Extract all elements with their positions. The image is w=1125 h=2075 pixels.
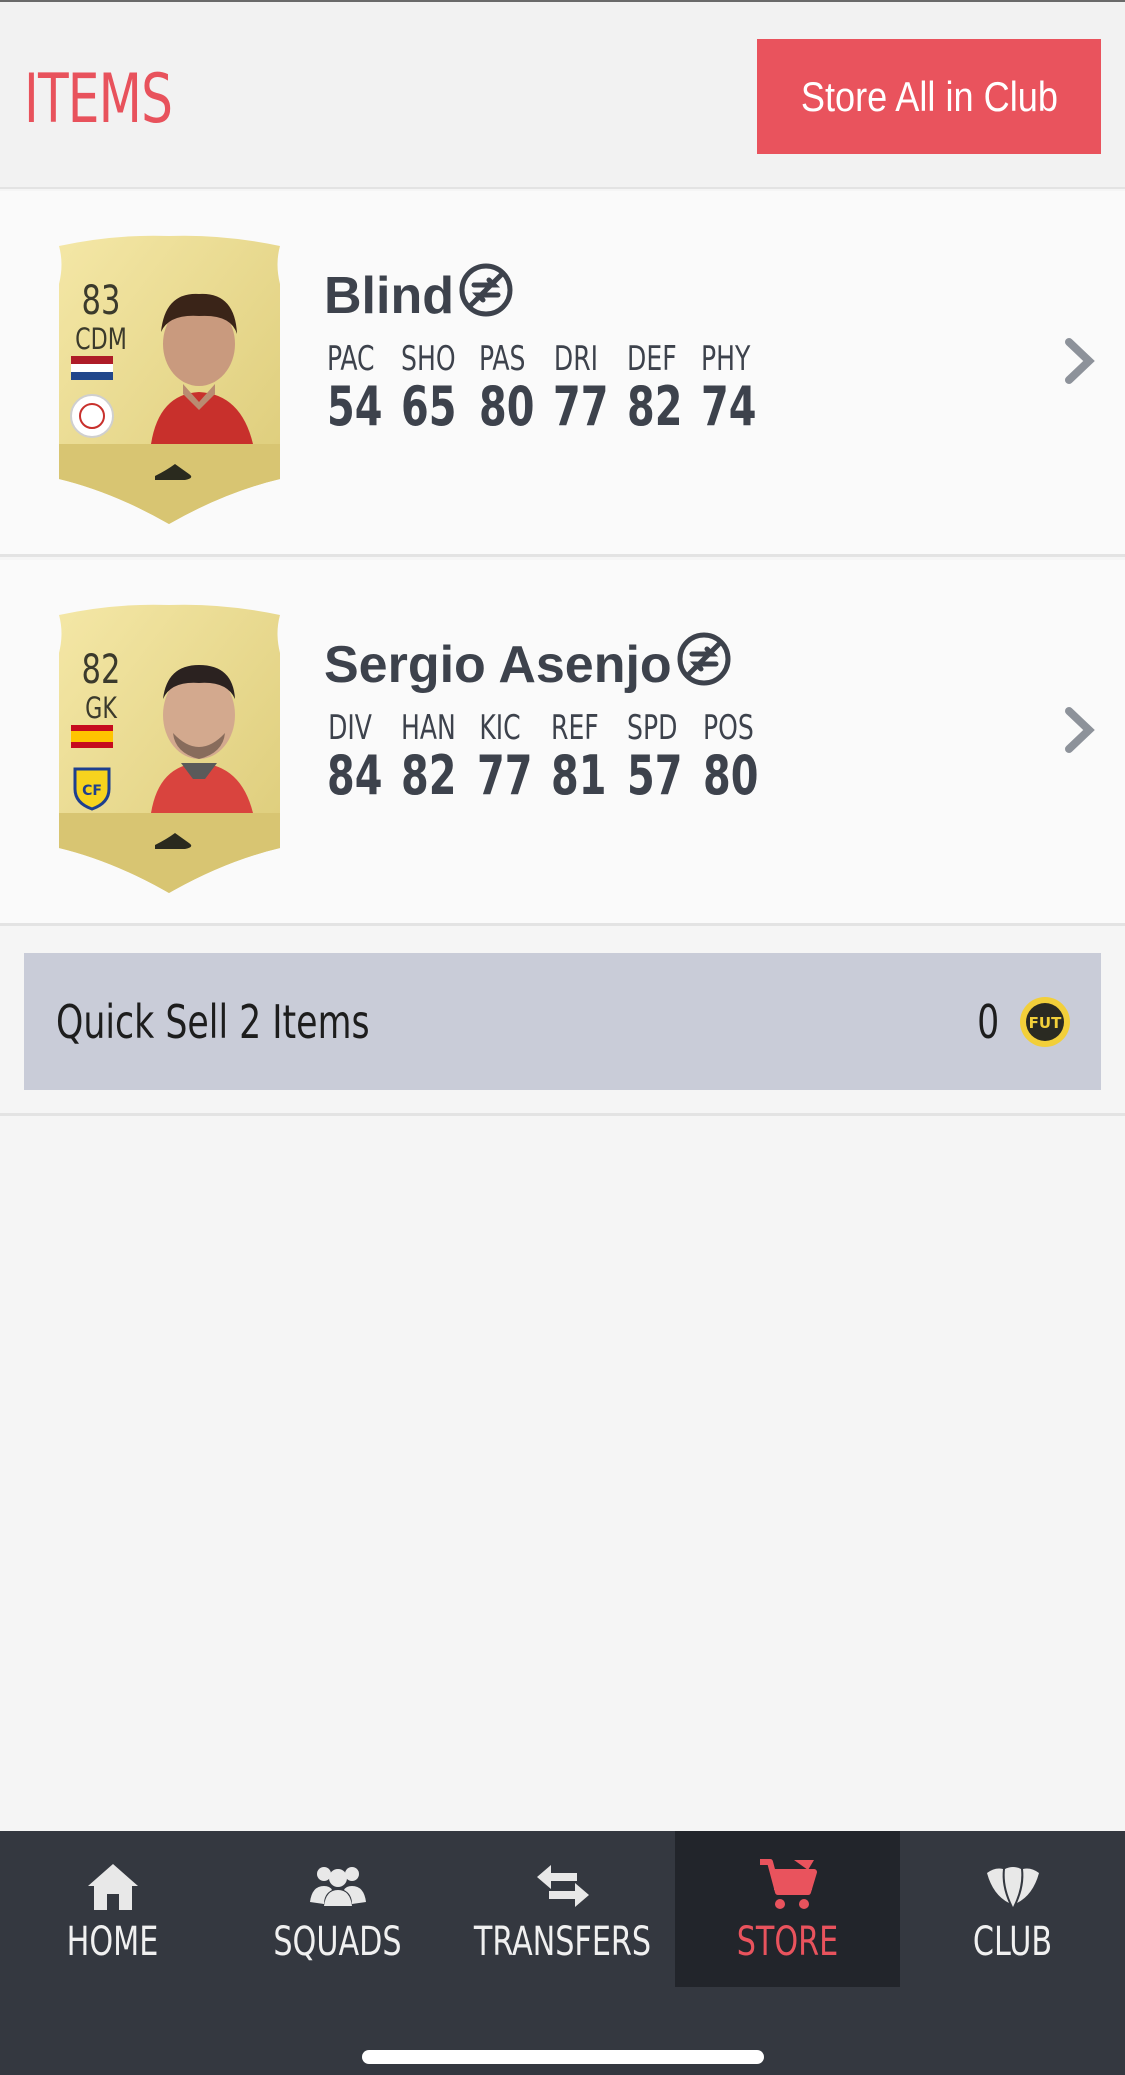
quick-sell-button[interactable]: Quick Sell 2 Items 0 FUT xyxy=(24,953,1101,1090)
stat-pac: PAC 54 xyxy=(327,339,383,438)
player-item-row[interactable]: CF 82 GK Sergio Asenjo DIV 84 HAN 82 KIC 77… xyxy=(0,560,1125,926)
player-card: CF 82 GK xyxy=(55,603,284,893)
cart-icon xyxy=(675,1855,900,1917)
nav-label: CLUB xyxy=(972,1919,1053,1965)
stat-spd: SPD 57 xyxy=(627,708,683,807)
svg-text:FUT: FUT xyxy=(1029,1014,1062,1032)
player-name: Sergio Asenjo xyxy=(324,632,732,700)
nav-transfers[interactable]: TRANSFERS xyxy=(450,1831,675,1987)
home-indicator[interactable] xyxy=(362,2050,764,2064)
flag-netherlands xyxy=(71,356,113,364)
fut-coin-icon: FUT xyxy=(1019,996,1071,1052)
transfers-icon xyxy=(450,1855,675,1917)
store-all-in-club-button[interactable]: Store All in Club xyxy=(757,39,1101,154)
store-all-label: Store All in Club xyxy=(800,72,1058,120)
player-item-row[interactable]: 83 CDM Blind PAC 54 SHO 65 PAS 80 DRI 77 DEF… xyxy=(0,191,1125,557)
stat-pas: PAS 80 xyxy=(479,339,535,438)
nav-home[interactable]: HOME xyxy=(0,1831,225,1987)
nav-label: STORE xyxy=(736,1919,839,1965)
nav-store[interactable]: STORE xyxy=(675,1831,900,1987)
stat-kic: KIC 77 xyxy=(477,708,533,807)
card-rating: 83 xyxy=(81,278,121,324)
svg-text:CF: CF xyxy=(82,783,102,799)
header-bar: ITEMS Store All in Club xyxy=(0,0,1125,189)
card-position: GK xyxy=(85,691,117,725)
player-name-text: Sergio Asenjo xyxy=(324,636,672,694)
quick-sell-value: 0 xyxy=(976,995,999,1049)
stat-han: HAN 82 xyxy=(401,708,457,807)
player-name: Blind xyxy=(324,263,514,331)
player-photo xyxy=(151,293,253,444)
stat-ref: REF 81 xyxy=(551,708,607,807)
stat-def: DEF 82 xyxy=(627,339,683,438)
stat-sho: SHO 65 xyxy=(401,339,457,438)
bottom-nav: HOME SQUADS TRANSFERS STORE CLUB xyxy=(0,1831,1125,2075)
untradeable-icon xyxy=(458,262,514,331)
page-title: ITEMS xyxy=(24,60,173,139)
player-card: 83 CDM xyxy=(55,234,284,524)
squads-icon xyxy=(225,1855,450,1917)
flag-spain xyxy=(71,725,113,731)
player-name-text: Blind xyxy=(324,267,454,325)
nav-label: SQUADS xyxy=(273,1919,402,1965)
divider xyxy=(0,1113,1125,1116)
untradeable-icon xyxy=(676,631,732,700)
stat-pos: POS 80 xyxy=(703,708,759,807)
chevron-right-icon[interactable] xyxy=(1063,336,1097,390)
nav-label: TRANSFERS xyxy=(473,1919,652,1965)
home-icon xyxy=(0,1855,225,1917)
club-badge-ajax xyxy=(70,394,114,438)
quick-sell-label: Quick Sell 2 Items xyxy=(56,995,370,1049)
nav-squads[interactable]: SQUADS xyxy=(225,1831,450,1987)
club-icon xyxy=(900,1855,1125,1917)
stat-phy: PHY 74 xyxy=(701,339,757,438)
stat-dri: DRI 77 xyxy=(553,339,609,438)
card-rating: 82 xyxy=(81,647,121,693)
nav-club[interactable]: CLUB xyxy=(900,1831,1125,1987)
card-position: CDM xyxy=(75,322,127,356)
nav-label: HOME xyxy=(66,1919,159,1965)
stat-div: DIV 84 xyxy=(327,708,383,807)
chevron-right-icon[interactable] xyxy=(1063,705,1097,759)
